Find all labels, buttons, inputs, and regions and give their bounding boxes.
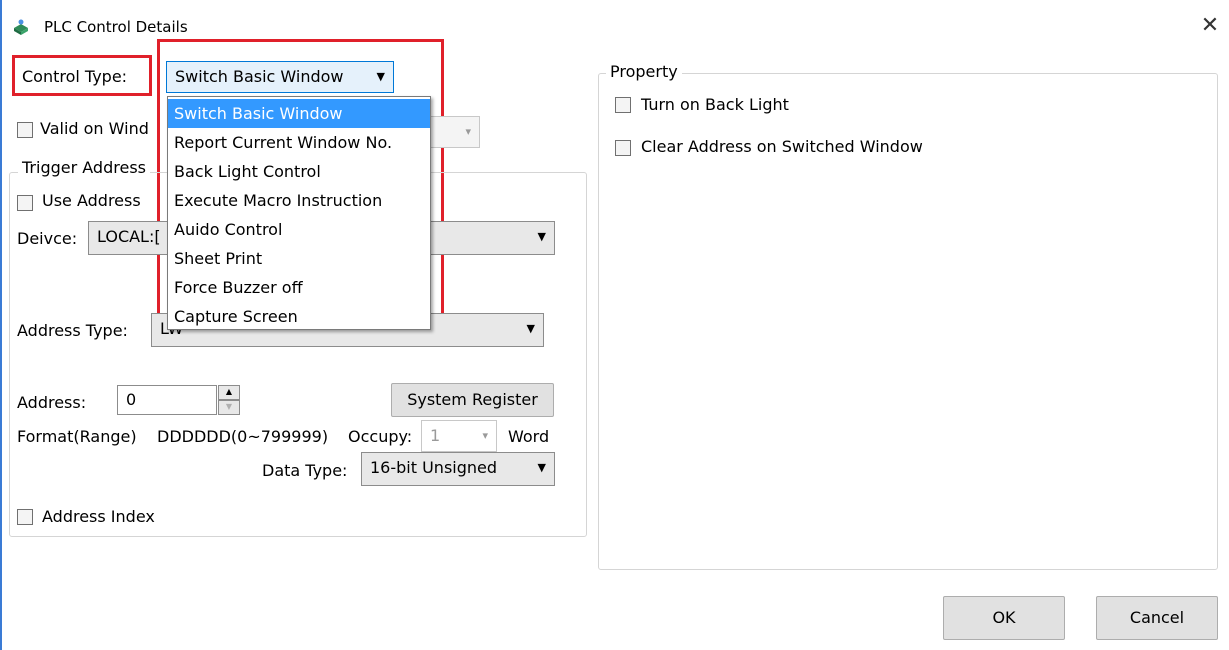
- turn-on-back-light-label: Turn on Back Light: [641, 95, 789, 114]
- control-type-label: Control Type:: [22, 67, 128, 86]
- plc-app-icon: [14, 19, 28, 35]
- address-type-label: Address Type:: [17, 321, 128, 340]
- occupy-label: Occupy:: [348, 427, 413, 446]
- address-index-label: Address Index: [42, 507, 155, 526]
- dropdown-option[interactable]: Auido Control: [168, 215, 430, 244]
- chevron-down-icon: ▼: [526, 322, 535, 335]
- window-title: PLC Control Details: [44, 18, 188, 36]
- dropdown-option[interactable]: Report Current Window No.: [168, 128, 430, 157]
- chevron-down-icon: ▼: [537, 461, 546, 474]
- control-type-select[interactable]: Switch Basic Window ▼: [166, 61, 394, 93]
- control-type-dropdown-list: Switch Basic Window Report Current Windo…: [167, 96, 431, 330]
- cancel-button[interactable]: Cancel: [1096, 596, 1218, 640]
- data-type-value: 16-bit Unsigned: [370, 458, 498, 477]
- property-legend: Property: [606, 62, 682, 81]
- address-index-checkbox[interactable]: [17, 509, 33, 525]
- valid-on-window-label: Valid on Wind: [40, 119, 149, 138]
- address-input[interactable]: 0: [117, 385, 217, 415]
- occupy-select[interactable]: 1 ▾: [421, 420, 497, 452]
- format-label: Format(Range): [17, 427, 137, 446]
- system-register-button[interactable]: System Register: [391, 383, 554, 417]
- format-range: DDDDDD(0~799999): [157, 427, 329, 446]
- control-type-selected: Switch Basic Window: [175, 67, 344, 86]
- address-label: Address:: [17, 393, 87, 412]
- trigger-address-legend: Trigger Address: [18, 158, 150, 177]
- dropdown-option[interactable]: Switch Basic Window: [168, 99, 430, 128]
- use-address-label: Use Address: [42, 191, 141, 210]
- chevron-down-icon: ▾: [482, 429, 488, 442]
- ok-button[interactable]: OK: [943, 596, 1065, 640]
- close-icon[interactable]: ✕: [1198, 14, 1222, 38]
- data-type-label: Data Type:: [262, 461, 348, 480]
- chevron-down-icon: ▼: [537, 230, 546, 243]
- dropdown-option[interactable]: Execute Macro Instruction: [168, 186, 430, 215]
- dropdown-option[interactable]: Capture Screen: [168, 302, 430, 331]
- dropdown-option[interactable]: Sheet Print: [168, 244, 430, 273]
- dropdown-option[interactable]: Back Light Control: [168, 157, 430, 186]
- clear-address-label: Clear Address on Switched Window: [641, 137, 923, 156]
- device-value: LOCAL:[: [97, 227, 161, 246]
- device-label: Deivce:: [17, 229, 78, 248]
- chevron-down-icon: ▾: [465, 125, 471, 138]
- window-border: [0, 0, 2, 650]
- dropdown-option[interactable]: Force Buzzer off: [168, 273, 430, 302]
- valid-on-window-select[interactable]: ▾: [430, 116, 480, 148]
- chevron-down-icon: ▼: [376, 70, 385, 83]
- use-address-checkbox[interactable]: [17, 195, 33, 211]
- clear-address-checkbox[interactable]: [615, 140, 631, 156]
- occupy-unit: Word: [508, 427, 550, 446]
- valid-on-window-checkbox[interactable]: [17, 122, 33, 138]
- spin-down-icon[interactable]: ▼: [218, 400, 240, 415]
- turn-on-back-light-checkbox[interactable]: [615, 97, 631, 113]
- occupy-value: 1: [430, 426, 441, 445]
- data-type-select[interactable]: 16-bit Unsigned ▼: [361, 452, 555, 486]
- spin-up-icon[interactable]: ▲: [218, 385, 240, 400]
